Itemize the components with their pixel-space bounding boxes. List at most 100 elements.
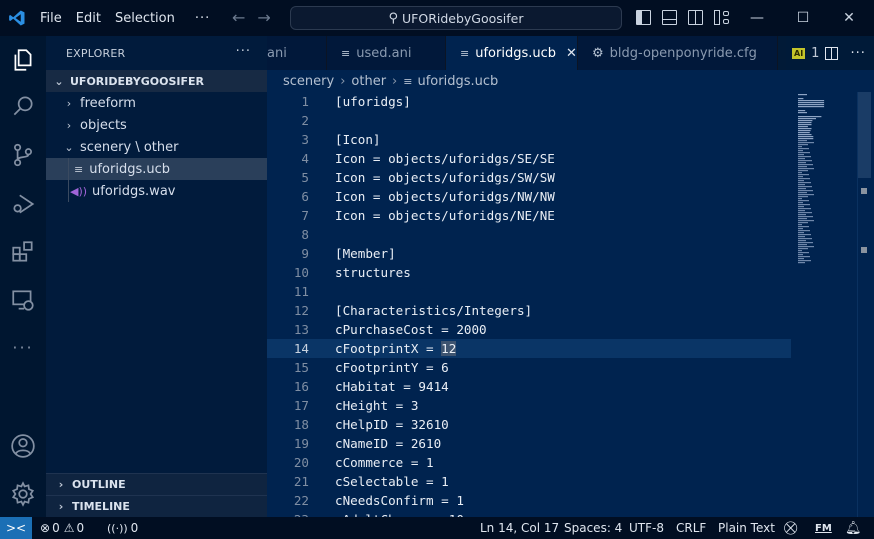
code-line[interactable]: 8 bbox=[267, 225, 791, 244]
arrow-right-icon[interactable]: → bbox=[257, 8, 270, 27]
code-line[interactable]: 4 Icon = objects/uforidgs/SE/SE bbox=[267, 149, 791, 168]
tree-file-uforidgs-ucb[interactable]: ≡ uforidgs.ucb bbox=[46, 158, 267, 180]
activity-explorer[interactable] bbox=[0, 38, 46, 82]
code-line[interactable]: 10 structures bbox=[267, 263, 791, 282]
activity-more-button[interactable]: ··· bbox=[0, 325, 46, 369]
toggle-primary-sidebar-icon[interactable] bbox=[636, 10, 651, 25]
minimap-line bbox=[798, 104, 825, 106]
menu-edit[interactable]: Edit bbox=[76, 11, 101, 26]
code-line[interactable]: 14 cFootprintX = 12 bbox=[267, 339, 791, 358]
code-line[interactable]: 15 cFootprintY = 6 bbox=[267, 358, 791, 377]
explorer-more-button[interactable]: ··· bbox=[236, 44, 251, 59]
minimap-line bbox=[798, 252, 809, 254]
command-center-search[interactable]: ⚲ UFORidebyGoosifer bbox=[290, 6, 622, 30]
code-line[interactable]: 2 bbox=[267, 111, 791, 130]
activity-extensions[interactable] bbox=[0, 230, 46, 274]
code-line[interactable]: 16 cHabitat = 9414 bbox=[267, 377, 791, 396]
tree-item-label: freeform bbox=[80, 95, 136, 111]
problems-indicator[interactable]: ⊗ 0 ⚠ 0 bbox=[40, 517, 84, 539]
code-line[interactable]: 20 cCommerce = 1 bbox=[267, 453, 791, 472]
menu-selection[interactable]: Selection bbox=[115, 11, 175, 26]
code-line[interactable]: 19 cNameID = 2610 bbox=[267, 434, 791, 453]
code-line[interactable]: 18 cHelpID = 32610 bbox=[267, 415, 791, 434]
code-line[interactable]: 6 Icon = objects/uforidgs/NW/NW bbox=[267, 187, 791, 206]
toggle-secondary-sidebar-icon[interactable] bbox=[688, 10, 703, 25]
breadcrumb-file[interactable]: uforidgs.ucb bbox=[417, 74, 498, 89]
status-bar: >< ⊗ 0 ⚠ 0 ((·)) 0 Ln 14, Col 17 Spaces:… bbox=[0, 517, 874, 539]
maximize-button[interactable]: ☐ bbox=[780, 0, 826, 36]
copilot-icon[interactable]: ⛒ bbox=[784, 517, 797, 539]
encoding[interactable]: UTF-8 bbox=[629, 517, 664, 539]
customize-layout-icon[interactable] bbox=[714, 10, 729, 25]
code-line[interactable]: 5 Icon = objects/uforidgs/SW/SW bbox=[267, 168, 791, 187]
explorer-title: EXPLORER bbox=[66, 46, 126, 60]
activity-run-debug[interactable] bbox=[0, 182, 46, 226]
activity-remote-explorer[interactable] bbox=[0, 278, 46, 322]
minimap-line bbox=[798, 174, 809, 176]
tree-folder-scenery-other[interactable]: ⌄ scenery \ other bbox=[46, 136, 267, 158]
minimap[interactable] bbox=[791, 92, 859, 517]
code-line[interactable]: 11 bbox=[267, 282, 791, 301]
cursor-position[interactable]: Ln 14, Col 17 bbox=[480, 517, 559, 539]
breadcrumb-other[interactable]: other bbox=[351, 74, 386, 89]
ai-badge[interactable]: AI bbox=[792, 47, 806, 59]
code-line[interactable]: 23 cAdultCharge = 10 bbox=[267, 510, 791, 517]
code-editor[interactable]: 1 [uforidgs] 2 3 [Icon] 4 Icon = objects/ufori… bbox=[267, 92, 874, 517]
activity-accounts[interactable] bbox=[0, 424, 46, 468]
close-window-button[interactable]: ✕ bbox=[826, 0, 872, 36]
split-editor-icon[interactable] bbox=[825, 46, 839, 60]
fm-icon[interactable]: FM bbox=[815, 517, 832, 539]
minimap-line bbox=[798, 196, 808, 198]
code-line[interactable]: 17 cHeight = 3 bbox=[267, 396, 791, 415]
code-line[interactable]: 13 cPurchaseCost = 2000 bbox=[267, 320, 791, 339]
minimap-line bbox=[798, 202, 803, 204]
minimap-line bbox=[798, 176, 803, 178]
ports-indicator[interactable]: ((·)) 0 bbox=[107, 517, 138, 539]
notifications-bell-icon[interactable]: 🔔︎ bbox=[845, 517, 862, 539]
selection-highlight: 12 bbox=[441, 341, 457, 356]
close-tab-icon[interactable]: ✕ bbox=[566, 46, 577, 61]
minimap-line bbox=[798, 232, 804, 234]
breadcrumb-scenery[interactable]: scenery bbox=[283, 74, 334, 89]
tree-file-uforidgs-wav[interactable]: ◀)) uforidgs.wav bbox=[46, 180, 267, 202]
code-line[interactable]: 3 [Icon] bbox=[267, 130, 791, 149]
tree-folder-freeform[interactable]: › freeform bbox=[46, 92, 267, 114]
line-text: [Icon] bbox=[335, 132, 381, 147]
editor-more-button[interactable]: ··· bbox=[850, 46, 865, 61]
code-line[interactable]: 1 [uforidgs] bbox=[267, 92, 791, 111]
minimize-button[interactable]: — bbox=[734, 0, 780, 36]
minimap-line bbox=[798, 180, 804, 182]
language-mode[interactable]: Plain Text bbox=[718, 517, 775, 539]
workspace-root[interactable]: ⌄ UFORIDEBYGOOSIFER bbox=[46, 70, 267, 92]
indentation[interactable]: Spaces: 4 bbox=[564, 517, 622, 539]
activity-source-control[interactable] bbox=[0, 133, 46, 177]
code-line[interactable]: 22 cNeedsConfirm = 1 bbox=[267, 491, 791, 510]
activity-manage[interactable] bbox=[0, 472, 46, 516]
code-line[interactable]: 12 [Characteristics/Integers] bbox=[267, 301, 791, 320]
activity-search[interactable] bbox=[0, 84, 46, 128]
tab-bldg-openponyride-cfg[interactable]: ⚙ bldg-openponyride.cfg bbox=[578, 36, 778, 70]
minimap-line bbox=[798, 152, 810, 154]
code-line[interactable]: 21 cSelectable = 1 bbox=[267, 472, 791, 491]
outline-section[interactable]: › OUTLINE bbox=[46, 473, 267, 495]
minimap-line bbox=[798, 228, 803, 230]
arrow-left-icon[interactable]: ← bbox=[232, 8, 245, 27]
scrollbar-thumb[interactable] bbox=[858, 92, 871, 178]
timeline-section[interactable]: › TIMELINE bbox=[46, 495, 267, 517]
line-text: [Characteristics/Integers] bbox=[335, 303, 533, 318]
toggle-panel-icon[interactable] bbox=[662, 10, 677, 25]
end-of-line[interactable]: CRLF bbox=[676, 517, 706, 539]
tab-ani[interactable]: ani bbox=[267, 36, 327, 70]
code-line[interactable]: 9 [Member] bbox=[267, 244, 791, 263]
line-number: 18 bbox=[293, 417, 309, 432]
remote-indicator[interactable]: >< bbox=[0, 517, 32, 539]
explorer-sidebar: EXPLORER ··· ⌄ UFORIDEBYGOOSIFER › freef… bbox=[46, 36, 267, 517]
minimap-line bbox=[798, 150, 803, 152]
tab-used-ani[interactable]: ≡ used.ani bbox=[327, 36, 446, 70]
tree-folder-objects[interactable]: › objects bbox=[46, 114, 267, 136]
vertical-scrollbar[interactable] bbox=[857, 92, 871, 517]
menu-more-button[interactable]: ··· bbox=[195, 11, 210, 26]
menu-file[interactable]: File bbox=[40, 11, 62, 26]
tab-uforidgs-ucb[interactable]: ≡ uforidgs.ucb ✕ bbox=[446, 36, 578, 70]
code-line[interactable]: 7 Icon = objects/uforidgs/NE/NE bbox=[267, 206, 791, 225]
